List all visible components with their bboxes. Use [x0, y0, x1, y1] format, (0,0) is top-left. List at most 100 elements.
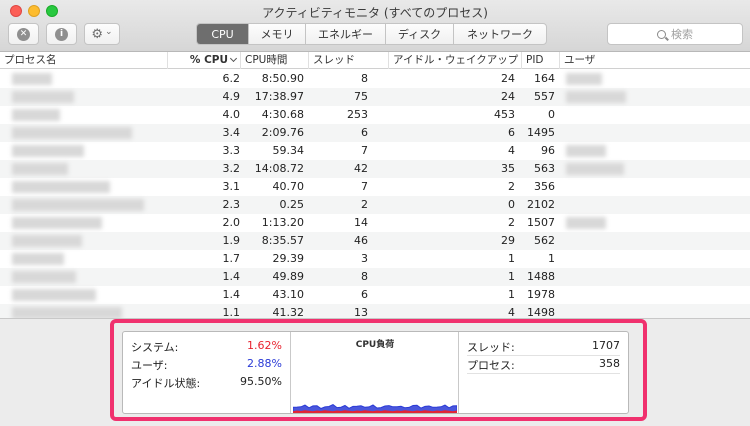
- threads-cell: 253: [347, 108, 368, 121]
- process-name-blurred: [12, 109, 60, 121]
- threads-cell: 7: [361, 180, 368, 193]
- chevron-down-icon: ⌄: [105, 27, 113, 37]
- idle-wakeups-cell: 24: [501, 72, 515, 85]
- idle-wakeups-cell: 6: [508, 126, 515, 139]
- table-row[interactable]: 6.2 8:50.90 8 24 164: [0, 70, 750, 88]
- process-name-blurred: [12, 91, 74, 103]
- idle-wakeups-cell: 1: [508, 270, 515, 283]
- stop-process-button[interactable]: ✕: [8, 23, 39, 45]
- threads-cell: 75: [354, 90, 368, 103]
- table-row[interactable]: 4.0 4:30.68 253 453 0: [0, 106, 750, 124]
- inspect-process-button[interactable]: i: [46, 23, 77, 45]
- table-row[interactable]: 4.9 17:38.97 75 24 557: [0, 88, 750, 106]
- table-row[interactable]: 3.2 14:08.72 42 35 563: [0, 160, 750, 178]
- tab-memory[interactable]: メモリ: [249, 24, 306, 44]
- table-header: プロセス名 % CPU CPU時間 スレッド アイドル・ウェイクアップ PID …: [0, 52, 750, 69]
- idle-wakeups-cell: 4: [508, 306, 515, 318]
- user-name-blurred: [566, 163, 624, 175]
- cpu-time-cell: 49.89: [272, 270, 305, 283]
- process-name-blurred: [12, 271, 76, 283]
- activity-monitor-window: アクティビティモニタ (すべてのプロセス) ✕ i ⚙ ⌄ CPU メモリ エネ…: [0, 0, 750, 426]
- column-user[interactable]: ユーザ: [559, 52, 750, 69]
- process-name-blurred: [12, 217, 102, 229]
- threads-cell: 3: [361, 252, 368, 265]
- table-row[interactable]: 1.4 49.89 8 1 1488: [0, 268, 750, 286]
- process-name-blurred: [12, 73, 52, 85]
- pid-cell: 2102: [527, 198, 555, 211]
- cpu-cell: 1.7: [222, 252, 241, 265]
- column-idle-wakeups[interactable]: アイドル・ウェイクアップ: [388, 52, 521, 69]
- pid-cell: 356: [534, 180, 555, 193]
- process-name-blurred: [12, 163, 68, 175]
- process-name-blurred: [12, 307, 122, 318]
- cpu-cell: 3.3: [222, 144, 241, 157]
- column-cpu[interactable]: % CPU: [167, 52, 240, 69]
- process-name-blurred: [12, 289, 96, 301]
- column-pid[interactable]: PID: [521, 52, 559, 69]
- table-row[interactable]: 3.4 2:09.76 6 6 1495: [0, 124, 750, 142]
- cpu-cell: 3.2: [222, 162, 241, 175]
- cpu-time-cell: 43.10: [272, 288, 305, 301]
- table-row[interactable]: 3.1 40.70 7 2 356: [0, 178, 750, 196]
- cpu-cell: 4.0: [222, 108, 241, 121]
- cpu-cell: 3.4: [222, 126, 241, 139]
- threads-cell: 8: [361, 270, 368, 283]
- cpu-time-cell: 8:35.57: [261, 234, 304, 247]
- pid-cell: 562: [534, 234, 555, 247]
- idle-wakeups-cell: 2: [508, 180, 515, 193]
- search-icon: [657, 29, 666, 39]
- idle-wakeups-cell: 24: [501, 90, 515, 103]
- pid-cell: 1488: [527, 270, 555, 283]
- summary-highlight-frame: [110, 319, 647, 421]
- cpu-time-cell: 2:09.76: [261, 126, 304, 139]
- table-row[interactable]: 3.3 59.34 7 4 96: [0, 142, 750, 160]
- tab-cpu[interactable]: CPU: [197, 24, 249, 44]
- idle-wakeups-cell: 2: [508, 216, 515, 229]
- threads-cell: 13: [354, 306, 368, 318]
- process-name-blurred: [12, 235, 82, 247]
- column-cpu-time[interactable]: CPU時間: [240, 52, 308, 69]
- threads-cell: 14: [354, 216, 368, 229]
- process-name-blurred: [12, 145, 84, 157]
- tab-energy[interactable]: エネルギー: [306, 24, 386, 44]
- cpu-time-cell: 40.70: [272, 180, 305, 193]
- cpu-cell: 1.9: [222, 234, 241, 247]
- tab-disk[interactable]: ディスク: [386, 24, 454, 44]
- table-row[interactable]: 1.7 29.39 3 1 1: [0, 250, 750, 268]
- table-row[interactable]: 1.1 41.32 13 4 1498: [0, 304, 750, 318]
- pid-cell: 1495: [527, 126, 555, 139]
- table-row[interactable]: 2.0 1:13.20 14 2 1507: [0, 214, 750, 232]
- cpu-time-cell: 1:13.20: [261, 216, 304, 229]
- search-field[interactable]: 検索: [607, 23, 743, 45]
- cpu-time-cell: 59.34: [272, 144, 305, 157]
- idle-wakeups-cell: 1: [508, 252, 515, 265]
- cpu-time-cell: 4:30.68: [261, 108, 304, 121]
- process-name-blurred: [12, 199, 144, 211]
- pid-cell: 563: [534, 162, 555, 175]
- column-process-name[interactable]: プロセス名: [0, 52, 167, 69]
- threads-cell: 46: [354, 234, 368, 247]
- cpu-cell: 2.3: [222, 198, 241, 211]
- category-tabs: CPU メモリ エネルギー ディスク ネットワーク: [196, 23, 547, 45]
- info-circle-icon: i: [55, 27, 68, 41]
- idle-wakeups-cell: 29: [501, 234, 515, 247]
- title-bar: アクティビティモニタ (すべてのプロセス) ✕ i ⚙ ⌄ CPU メモリ エネ…: [0, 0, 750, 52]
- table-row[interactable]: 2.3 0.25 2 0 2102: [0, 196, 750, 214]
- cpu-time-cell: 29.39: [272, 252, 305, 265]
- cpu-cell: 3.1: [222, 180, 241, 193]
- window-title: アクティビティモニタ (すべてのプロセス): [262, 6, 488, 20]
- table-row[interactable]: 1.9 8:35.57 46 29 562: [0, 232, 750, 250]
- threads-cell: 42: [354, 162, 368, 175]
- pid-cell: 557: [534, 90, 555, 103]
- threads-cell: 2: [361, 198, 368, 211]
- pid-cell: 1507: [527, 216, 555, 229]
- pid-cell: 1978: [527, 288, 555, 301]
- cpu-cell: 2.0: [222, 216, 241, 229]
- action-menu-button[interactable]: ⚙ ⌄: [84, 23, 120, 45]
- table-row[interactable]: 1.4 43.10 6 1 1978: [0, 286, 750, 304]
- idle-wakeups-cell: 453: [494, 108, 515, 121]
- cpu-cell: 4.9: [222, 90, 241, 103]
- column-threads[interactable]: スレッド: [308, 52, 388, 69]
- tab-network[interactable]: ネットワーク: [454, 24, 546, 44]
- idle-wakeups-cell: 4: [508, 144, 515, 157]
